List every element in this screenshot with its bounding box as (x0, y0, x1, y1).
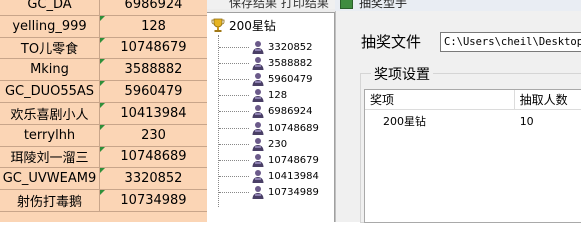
person-icon (251, 153, 265, 168)
tree-connector (219, 127, 249, 129)
prize-list[interactable]: 奖项 抽取人数 200星钻 10 (364, 89, 581, 223)
tree-node[interactable]: 128 (219, 88, 287, 104)
tree-menu-text[interactable]: 保存结果 打印结果 (229, 0, 329, 9)
tree-node[interactable]: 10734989 (219, 185, 319, 201)
sheet-cell-id[interactable]: 6986924 (100, 0, 207, 15)
app-icon (340, 0, 353, 9)
sheet-row: 射伤打毒鹅 10734989 (0, 190, 207, 212)
sheet-cell-name[interactable]: yelling_999 (0, 15, 100, 37)
tree-node-label: 10413984 (268, 171, 319, 183)
column-header-count[interactable]: 抽取人数 (515, 90, 581, 109)
sheet-cell-id[interactable]: 10734989 (100, 190, 207, 211)
tree-connector (219, 143, 249, 145)
person-icon (251, 56, 265, 71)
sheet-cell-id[interactable]: 3588882 (100, 59, 207, 80)
sheet-cell-name[interactable]: GC_DUO55AS (0, 81, 100, 102)
tree-node-label: 10748679 (268, 154, 319, 166)
tree-root-label: 200星钻 (229, 18, 276, 33)
sheet-cell-name[interactable]: Mking (0, 59, 100, 81)
prize-row[interactable]: 200星钻 10 (365, 110, 581, 132)
prize-settings-label: 奖项设置 (371, 64, 433, 84)
tree-node[interactable]: 5960479 (219, 71, 313, 87)
prize-name: 200星钻 (383, 115, 426, 128)
sheet-row: yelling_999 128 (0, 15, 207, 38)
sheet-row: terrylhh 230 (0, 124, 207, 147)
tree-connector (219, 95, 249, 97)
person-icon (251, 72, 265, 87)
sheet-row: GC_DUO55AS 5960479 (0, 81, 207, 103)
sheet-cell-id[interactable]: 10748689 (100, 146, 207, 168)
tree-node-label: 230 (268, 138, 288, 150)
tree-node[interactable]: 10748689 (219, 120, 319, 136)
sheet-cell-id[interactable]: 128 (100, 15, 207, 37)
sheet-cell-id[interactable]: 230 (100, 124, 207, 146)
column-header-prize[interactable]: 奖项 (365, 90, 515, 109)
sheet-cell-name[interactable]: GC_UVWEAM9 (0, 168, 100, 190)
tree-node-label: 10748689 (268, 122, 319, 134)
person-icon (251, 121, 265, 136)
sheet-row: 欢乐喜剧小人 10413984 (0, 102, 207, 125)
sheet-cell-name[interactable]: GC_DA (0, 0, 100, 15)
sheet-cell-name[interactable]: 珥陵刘一溜三 (0, 146, 100, 168)
tree-node[interactable]: 3588882 (219, 55, 313, 71)
tree-connector (219, 62, 249, 64)
sheet-cell-name[interactable]: terrylhh (0, 124, 100, 146)
sheet-cell-id[interactable]: 3320852 (100, 168, 207, 189)
prize-count: 10 (519, 114, 534, 128)
spreadsheet-rows: GC_DA 6986924 yelling_999 128 TO儿零食 10748679 M… (0, 0, 207, 212)
sheet-row: 珥陵刘一溜三 10748689 (0, 146, 207, 169)
tree-connector (219, 192, 249, 194)
tree-node-label: 3320852 (268, 41, 313, 53)
tree-connector (219, 78, 249, 80)
person-icon (251, 88, 265, 103)
person-icon (251, 169, 265, 184)
tree-node[interactable]: 10748679 (219, 152, 319, 168)
prize-list-body: 200星钻 10 (365, 110, 581, 132)
tree-node-label: 5960479 (268, 73, 313, 85)
tree-node-label: 3588882 (268, 57, 313, 69)
result-tree-window: 保存结果 打印结果 200星钻 3320852 3588882 5960479 128… (207, 0, 335, 222)
tree-node-label: 10734989 (268, 187, 319, 199)
spreadsheet: GC_DA 6986924 yelling_999 128 TO儿零食 10748679 M… (0, 0, 207, 222)
tree-connector (219, 176, 249, 178)
lottery-dialog: 抽奖文件 C:\Users\cheil\Desktop\ 奖项设置 奖项 抽取人… (335, 11, 581, 223)
prize-list-header: 奖项 抽取人数 (365, 90, 581, 110)
dialog-title: 抽奖型手 (359, 0, 408, 10)
tree-connector (219, 46, 249, 48)
trophy-icon (211, 18, 225, 32)
person-icon (251, 104, 265, 119)
sheet-cell-name[interactable]: 射伤打毒鹅 (0, 190, 100, 211)
lottery-file-label: 抽奖文件 (361, 33, 422, 51)
tree-connector (219, 111, 249, 113)
sheet-cell-id[interactable]: 5960479 (100, 81, 207, 102)
sheet-cell-id[interactable]: 10413984 (100, 102, 207, 124)
sheet-cell-id[interactable]: 10748679 (100, 37, 207, 59)
sheet-cell-name[interactable]: 欢乐喜剧小人 (0, 102, 100, 124)
tree-node[interactable]: 10413984 (219, 169, 319, 185)
sheet-row: TO儿零食 10748679 (0, 37, 207, 60)
person-icon (251, 40, 265, 55)
prize-settings-group: 奖项设置 奖项 抽取人数 200星钻 10 (360, 64, 581, 223)
sheet-row: GC_DA 6986924 (0, 0, 207, 16)
dialog-titlebar[interactable]: 抽奖型手 (335, 0, 581, 11)
tree-connector (219, 159, 249, 161)
result-tree[interactable]: 200星钻 3320852 3588882 5960479 128 6986924 107… (207, 12, 335, 222)
tree-node[interactable]: 6986924 (219, 104, 313, 120)
person-icon (251, 137, 265, 152)
sheet-cell-name[interactable]: TO儿零食 (0, 37, 100, 59)
lottery-file-path-input[interactable]: C:\Users\cheil\Desktop\ (440, 32, 581, 52)
tree-window-menubar: 保存结果 打印结果 (207, 0, 335, 9)
tree-node-label: 128 (268, 90, 288, 102)
tree-node[interactable]: 3320852 (219, 39, 313, 55)
tree-node-label: 6986924 (268, 106, 313, 118)
sheet-row: GC_UVWEAM9 3320852 (0, 168, 207, 191)
person-icon (251, 185, 265, 200)
tree-node[interactable]: 230 (219, 136, 287, 152)
tree-root-node[interactable]: 200星钻 (210, 16, 276, 34)
sheet-row: Mking 3588882 (0, 59, 207, 82)
